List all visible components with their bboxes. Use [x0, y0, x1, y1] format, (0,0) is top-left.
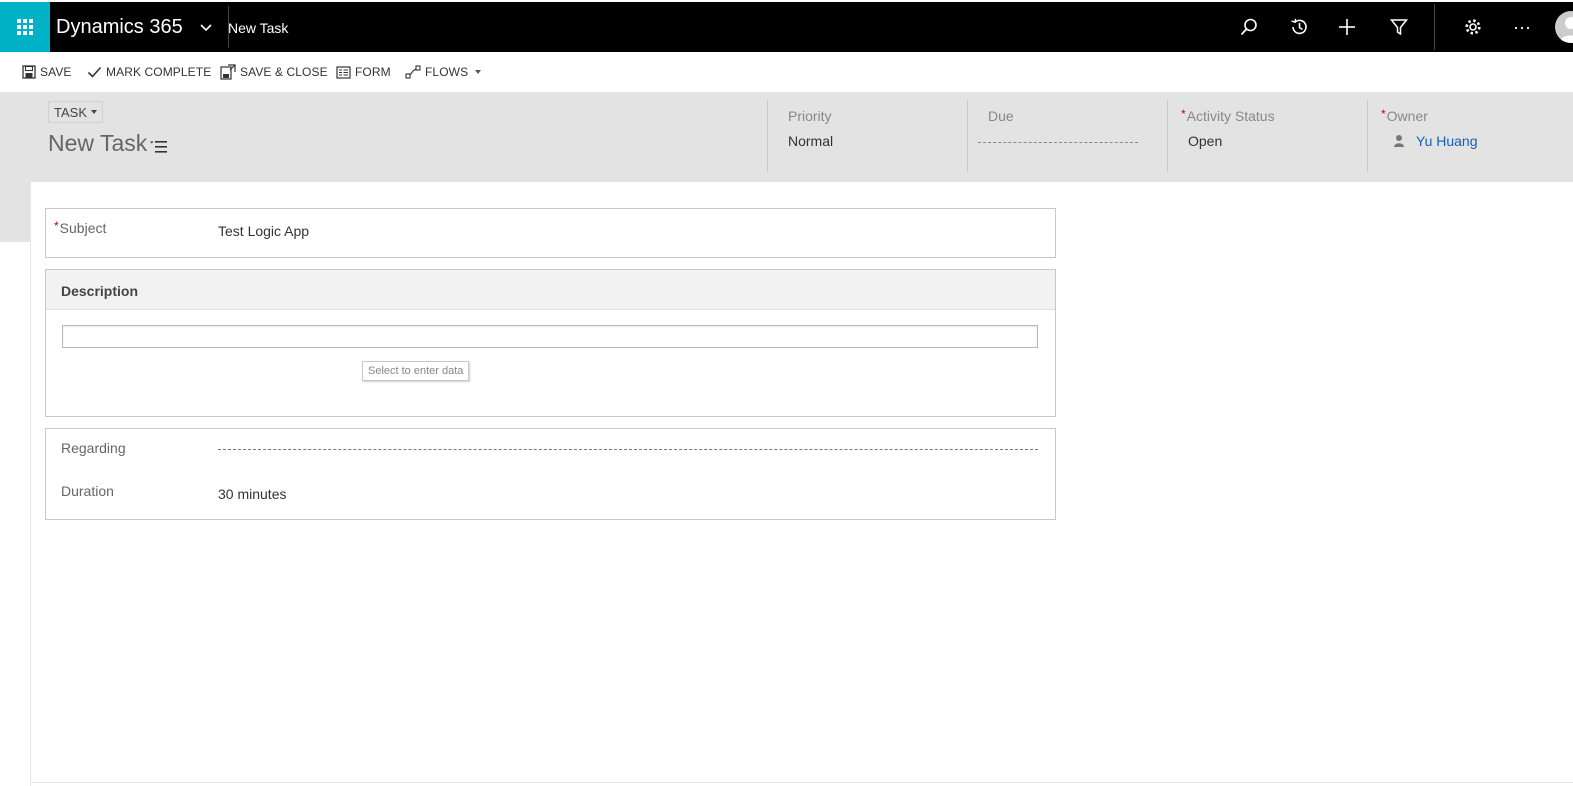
person-icon	[1394, 135, 1404, 147]
save-label: SAVE	[40, 65, 72, 79]
form-label: FORM	[355, 65, 391, 79]
entity-selector[interactable]: TASK	[48, 101, 103, 123]
record-header: TASK New Task Priority Normal Due *Activ…	[0, 92, 1573, 182]
due-label: Due	[988, 108, 1014, 124]
app-launcher-button[interactable]	[0, 2, 50, 52]
form-icon	[336, 65, 351, 79]
check-icon	[87, 66, 102, 78]
description-input[interactable]	[62, 325, 1038, 348]
flows-label: FLOWS	[425, 65, 469, 79]
activity-status-value: Open	[1188, 133, 1223, 149]
enter-data-tooltip: Select to enter data	[362, 361, 470, 381]
due-empty-value[interactable]	[978, 142, 1138, 143]
content-border	[30, 182, 31, 786]
duration-value[interactable]: 30 minutes	[218, 486, 286, 502]
chevron-down-icon[interactable]	[198, 19, 214, 35]
user-avatar[interactable]	[1555, 11, 1573, 43]
form-button[interactable]: FORM	[336, 63, 391, 81]
details-section: Regarding Duration 30 minutes	[45, 428, 1056, 520]
search-icon[interactable]	[1237, 15, 1261, 39]
required-indicator: *	[1381, 107, 1386, 121]
required-indicator: *	[1181, 107, 1186, 121]
waffle-icon	[17, 19, 33, 35]
activity-status-label: *Activity Status	[1181, 107, 1275, 124]
mark-complete-label: MARK COMPLETE	[106, 65, 212, 79]
left-nav-strip	[0, 182, 30, 242]
filter-icon[interactable]	[1387, 15, 1411, 39]
gear-icon[interactable]	[1461, 15, 1485, 39]
priority-value: Normal	[788, 133, 834, 149]
header-field-priority[interactable]: Priority Normal	[767, 100, 967, 172]
form-selector-icon[interactable]	[150, 140, 168, 154]
page-breadcrumb: New Task	[228, 20, 289, 36]
description-header: Description	[46, 270, 1055, 310]
record-title: New Task	[48, 130, 148, 156]
save-and-close-label: SAVE & CLOSE	[240, 65, 328, 79]
header-field-owner[interactable]: *Owner Yu Huang	[1367, 100, 1573, 172]
content-bottom-border	[30, 782, 1573, 783]
subject-value[interactable]: Test Logic App	[218, 223, 309, 239]
history-icon[interactable]	[1287, 15, 1311, 39]
owner-label: *Owner	[1381, 107, 1428, 124]
header-field-due[interactable]: Due	[967, 100, 1167, 172]
priority-label: Priority	[788, 108, 832, 124]
flows-button[interactable]: FLOWS	[405, 63, 482, 81]
duration-label: Duration	[61, 483, 114, 499]
chevron-down-icon	[475, 70, 482, 74]
header-field-activity-status[interactable]: *Activity Status Open	[1167, 100, 1367, 172]
required-indicator: *	[54, 219, 59, 233]
more-icon[interactable]	[1510, 15, 1534, 39]
person-icon	[1559, 17, 1573, 43]
top-nav-bar: Dynamics 365 New Task	[0, 2, 1573, 52]
save-button[interactable]: SAVE	[22, 63, 72, 81]
owner-link[interactable]: Yu Huang	[1416, 133, 1478, 149]
app-title[interactable]: Dynamics 365	[56, 2, 183, 52]
save-and-close-button[interactable]: SAVE & CLOSE	[220, 63, 328, 81]
flow-icon	[405, 65, 421, 79]
description-title: Description	[61, 283, 139, 299]
regarding-label: Regarding	[61, 440, 126, 456]
nav-divider	[1434, 4, 1435, 50]
regarding-empty-value[interactable]	[218, 449, 1038, 450]
entity-label: TASK	[54, 104, 87, 120]
save-close-icon	[220, 64, 236, 80]
save-icon	[22, 65, 36, 79]
description-section: Description Select to enter data	[45, 269, 1056, 417]
subject-section: *Subject Test Logic App	[45, 208, 1056, 258]
subject-label: *Subject	[54, 219, 107, 236]
command-bar: SAVE MARK COMPLETE SAVE & CLOSE FORM FLO…	[0, 52, 1573, 92]
plus-icon[interactable]	[1335, 15, 1359, 39]
mark-complete-button[interactable]: MARK COMPLETE	[87, 63, 211, 81]
caret-down-icon	[91, 110, 97, 114]
